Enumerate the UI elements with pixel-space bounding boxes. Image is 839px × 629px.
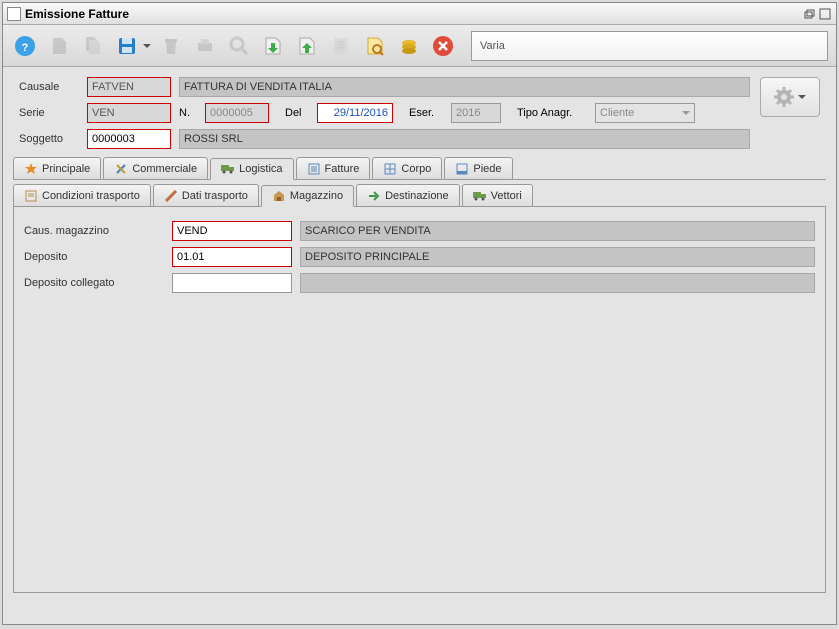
list-icon	[24, 189, 38, 203]
help-button[interactable]: ?	[11, 32, 39, 60]
causale-desc: FATTURA DI VENDITA ITALIA	[179, 77, 750, 97]
chevron-down-icon	[682, 109, 690, 117]
subtab-magazzino[interactable]: Magazzino	[261, 185, 354, 207]
subtab-dati-trasporto[interactable]: Dati trasporto	[153, 184, 259, 206]
del-input[interactable]	[317, 103, 393, 123]
tab-label: Principale	[42, 163, 90, 175]
soggetto-input[interactable]	[87, 129, 171, 149]
toolbar: ?	[3, 25, 836, 67]
header-area: Causale FATTURA DI VENDITA ITALIA Serie …	[3, 67, 836, 157]
tab-label: Magazzino	[290, 190, 343, 202]
tab-label: Corpo	[401, 163, 431, 175]
save-dropdown[interactable]	[143, 42, 151, 50]
soggetto-label: Soggetto	[19, 133, 79, 145]
tab-principale[interactable]: Principale	[13, 157, 101, 179]
truck-icon	[221, 162, 235, 176]
deposito-collegato-desc	[300, 273, 815, 293]
causale-label: Causale	[19, 81, 79, 93]
list-icon	[307, 162, 321, 176]
content-panel: Caus. magazzino SCARICO PER VENDITA Depo…	[13, 207, 826, 593]
export-button[interactable]	[293, 32, 321, 60]
tab-logistica[interactable]: Logistica	[210, 158, 293, 180]
tabs-main: Principale Commerciale Logistica Fatture…	[13, 157, 826, 207]
subtab-condizioni-trasporto[interactable]: Condizioni trasporto	[13, 184, 151, 206]
tab-piede[interactable]: Piede	[444, 157, 512, 179]
tab-label: Logistica	[239, 163, 282, 175]
window-icon	[7, 7, 21, 21]
deposito-collegato-input[interactable]	[172, 273, 292, 293]
truck-icon	[473, 189, 487, 203]
tab-label: Piede	[473, 163, 501, 175]
new-button[interactable]	[45, 32, 73, 60]
n-label: N.	[179, 107, 197, 119]
tipo-anagr-value: Cliente	[600, 107, 634, 119]
save-button[interactable]	[113, 32, 141, 60]
serie-label: Serie	[19, 107, 79, 119]
soggetto-desc: ROSSI SRL	[179, 129, 750, 149]
coins-button[interactable]	[395, 32, 423, 60]
deposito-desc: DEPOSITO PRINCIPALE	[300, 247, 815, 267]
delete-button[interactable]	[157, 32, 185, 60]
print-button[interactable]	[191, 32, 219, 60]
ruler-icon	[164, 189, 178, 203]
subtab-vettori[interactable]: Vettori	[462, 184, 533, 206]
window-restore-button[interactable]	[802, 7, 816, 21]
eser-input[interactable]	[451, 103, 501, 123]
search-button[interactable]	[225, 32, 253, 60]
gear-icon	[774, 87, 794, 107]
header-fields: Causale FATTURA DI VENDITA ITALIA Serie …	[19, 77, 750, 149]
chevron-down-icon	[798, 93, 806, 101]
tab-label: Dati trasporto	[182, 190, 248, 202]
deposito-input[interactable]	[172, 247, 292, 267]
caus-magazzino-label: Caus. magazzino	[24, 225, 164, 237]
find-doc-button[interactable]	[361, 32, 389, 60]
del-label: Del	[285, 107, 309, 119]
svg-text:?: ?	[22, 42, 29, 54]
deposito-collegato-label: Deposito collegato	[24, 277, 164, 289]
close-button[interactable]	[429, 32, 457, 60]
tools-icon	[114, 162, 128, 176]
serie-input[interactable]	[87, 103, 171, 123]
notes-button[interactable]	[327, 32, 355, 60]
tipo-anagr-label: Tipo Anagr.	[517, 107, 587, 119]
settings-button[interactable]	[760, 77, 820, 117]
tab-label: Destinazione	[385, 190, 449, 202]
tipo-anagr-select[interactable]: Cliente	[595, 103, 695, 123]
window-maximize-button[interactable]	[818, 7, 832, 21]
grid-icon	[383, 162, 397, 176]
footer-icon	[455, 162, 469, 176]
arrow-icon	[367, 189, 381, 203]
toolbar-status: Varia	[471, 31, 828, 61]
deposito-label: Deposito	[24, 251, 164, 263]
star-icon	[24, 162, 38, 176]
new-copy-button[interactable]	[79, 32, 107, 60]
tab-label: Vettori	[491, 190, 522, 202]
eser-label: Eser.	[409, 107, 443, 119]
warehouse-icon	[272, 189, 286, 203]
caus-magazzino-input[interactable]	[172, 221, 292, 241]
window-title: Emissione Fatture	[25, 7, 800, 21]
tab-label: Condizioni trasporto	[42, 190, 140, 202]
tab-commerciale[interactable]: Commerciale	[103, 157, 208, 179]
n-input[interactable]	[205, 103, 269, 123]
caus-magazzino-desc: SCARICO PER VENDITA	[300, 221, 815, 241]
import-button[interactable]	[259, 32, 287, 60]
causale-input[interactable]	[87, 77, 171, 97]
subtab-destinazione[interactable]: Destinazione	[356, 184, 460, 206]
tab-fatture[interactable]: Fatture	[296, 157, 371, 179]
tab-label: Fatture	[325, 163, 360, 175]
tab-corpo[interactable]: Corpo	[372, 157, 442, 179]
window-root: Emissione Fatture ?	[2, 2, 837, 625]
tab-label: Commerciale	[132, 163, 197, 175]
titlebar: Emissione Fatture	[3, 3, 836, 25]
